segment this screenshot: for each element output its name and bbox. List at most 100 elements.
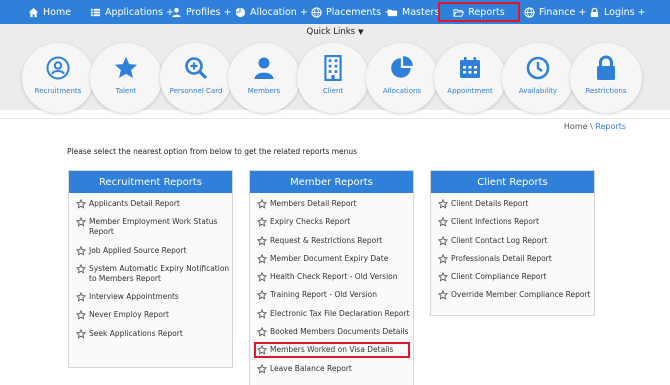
report-link-label: Job Applied Source Report (89, 245, 187, 255)
star-outline-icon (438, 253, 448, 264)
breadcrumb-current: Reports (595, 122, 626, 131)
star-outline-icon (257, 290, 267, 301)
folder-icon (387, 7, 398, 18)
report-link[interactable]: Client Details Report (438, 199, 594, 209)
report-link[interactable]: Client Contact Log Report (438, 235, 594, 246)
report-link-label: Client Infections Report (451, 217, 539, 227)
report-link[interactable]: Expiry Checks Report (257, 217, 413, 227)
report-link-label: Booked Members Documents Details (270, 327, 409, 337)
quick-link-restrictions[interactable]: Restrictions (570, 43, 642, 113)
star-outline-icon (76, 328, 86, 339)
report-link-label: Professionals Detail Report (451, 253, 552, 263)
report-link[interactable]: Member Document Expiry Date (257, 253, 413, 264)
building-icon (320, 55, 346, 81)
nav-home[interactable]: Home (28, 0, 71, 24)
quick-link-label: Personnel Card (169, 87, 223, 95)
nav-logins-label: Logins + (604, 6, 646, 18)
report-link-label: Leave Balance Report (270, 363, 352, 373)
report-link[interactable]: Client Infections Report (438, 217, 594, 227)
quick-link-members[interactable]: Members (228, 43, 300, 113)
panel-title: Client Reports (431, 171, 594, 193)
quick-link-label: Client (322, 87, 344, 95)
chevron-down-icon: ▼ (358, 28, 364, 36)
report-link[interactable]: System Automatic Expiry Notification to … (76, 263, 232, 284)
quick-link-personnel-card[interactable]: Personnel Card (160, 43, 232, 113)
breadcrumb: Home \ Reports (564, 122, 626, 131)
report-link[interactable]: Applicants Detail Report (76, 199, 232, 209)
report-list: Applicants Detail Report Member Employme… (69, 193, 232, 353)
report-link[interactable]: Client Compliance Report (438, 272, 594, 282)
report-link-label: Members Worked on Visa Details (270, 345, 394, 355)
star-outline-icon (257, 272, 267, 282)
nav-reports[interactable]: Reports (438, 2, 520, 22)
quick-links-band: Quick Links ▼ Recruitments Talent Personn… (0, 24, 670, 113)
client-reports-panel: Client Reports Client Details Report Cli… (430, 170, 595, 316)
report-link[interactable]: Leave Balance Report (257, 363, 413, 374)
star-outline-icon (257, 345, 267, 355)
pie-icon (389, 55, 415, 81)
report-link[interactable]: Member Employment Work Status Report (76, 217, 232, 237)
report-link[interactable]: Members Detail Report (257, 199, 413, 209)
report-link[interactable]: Health Check Report - Old Version (257, 272, 413, 282)
nav-finance-label: Finance + (539, 6, 587, 18)
quick-link-label: Talent (115, 87, 137, 95)
nav-logins[interactable]: Logins + (589, 0, 646, 24)
panel-title: Recruitment Reports (69, 171, 232, 193)
quick-link-availability[interactable]: Availability (502, 43, 574, 113)
nav-applications[interactable]: Applications + (90, 0, 174, 24)
report-link-label: Health Check Report - Old Version (270, 272, 398, 282)
star-outline-icon (76, 217, 86, 227)
report-link-highlighted[interactable]: Members Worked on Visa Details (254, 342, 410, 359)
report-link-label: Electronic Tax File Declaration Report (270, 308, 410, 318)
star-outline-icon (257, 199, 267, 209)
report-link[interactable]: Electronic Tax File Declaration Report (257, 308, 413, 319)
report-link[interactable]: Professionals Detail Report (438, 253, 594, 264)
report-list: Client Details Report Client Infections … (431, 193, 594, 315)
report-link[interactable]: Job Applied Source Report (76, 245, 232, 256)
globe-icon (524, 6, 535, 18)
star-outline-icon (438, 217, 448, 227)
nav-finance[interactable]: Finance + (524, 0, 586, 24)
star-outline-icon (76, 263, 86, 274)
nav-profiles[interactable]: Profiles + (171, 0, 231, 24)
report-link-label: Override Member Compliance Report (451, 290, 591, 300)
nav-allocation[interactable]: Allocation + (235, 0, 308, 24)
quick-links-title: Quick Links (306, 27, 356, 37)
star-outline-icon (438, 290, 448, 301)
report-link[interactable]: Interview Appointments (76, 292, 232, 302)
report-link[interactable]: Seek Applications Report (76, 328, 232, 339)
nav-masters-label: Masters (402, 6, 440, 18)
report-link[interactable]: Override Member Compliance Report (438, 290, 594, 301)
quick-link-label: Restrictions (585, 87, 627, 95)
home-icon (28, 7, 39, 18)
quick-link-allocations[interactable]: Allocations (366, 43, 438, 113)
report-link-label: Members Detail Report (270, 199, 357, 208)
report-link-label: Interview Appointments (89, 292, 179, 302)
quick-links-toggle[interactable]: Quick Links ▼ (0, 27, 670, 37)
report-link-label: System Automatic Expiry Notification to … (89, 263, 230, 283)
quick-link-recruitments[interactable]: Recruitments (22, 43, 94, 113)
report-link[interactable]: Never Employ Report (76, 310, 232, 321)
lock-icon (593, 55, 619, 81)
recruitment-icon (45, 55, 71, 81)
quick-link-label: Members (247, 87, 281, 95)
report-link[interactable]: Booked Members Documents Details (257, 327, 413, 337)
report-link-label: Member Employment Work Status Report (89, 217, 218, 237)
quick-link-label: Availability (518, 87, 558, 95)
nav-placements[interactable]: Placements + (311, 0, 392, 24)
instruction-text: Please select the nearest option from be… (67, 147, 358, 156)
nav-masters[interactable]: Masters (387, 0, 439, 24)
member-reports-panel: Member Reports Members Detail Report Exp… (249, 170, 414, 385)
nav-home-label: Home (43, 6, 72, 18)
user-icon (251, 55, 277, 81)
list-icon (90, 7, 101, 18)
nav-placements-label: Placements + (326, 6, 393, 18)
quick-link-label: Recruitments (34, 87, 82, 95)
report-link[interactable]: Training Report - Old Version (257, 290, 413, 301)
quick-link-appointment[interactable]: Appointment (434, 43, 506, 113)
quick-link-talent[interactable]: Talent (90, 43, 162, 113)
breadcrumb-home[interactable]: Home (564, 122, 588, 131)
report-link[interactable]: Request & Restrictions Report (257, 235, 413, 246)
quick-link-client[interactable]: Client (297, 43, 369, 113)
report-link-label: Training Report - Old Version (270, 290, 378, 300)
